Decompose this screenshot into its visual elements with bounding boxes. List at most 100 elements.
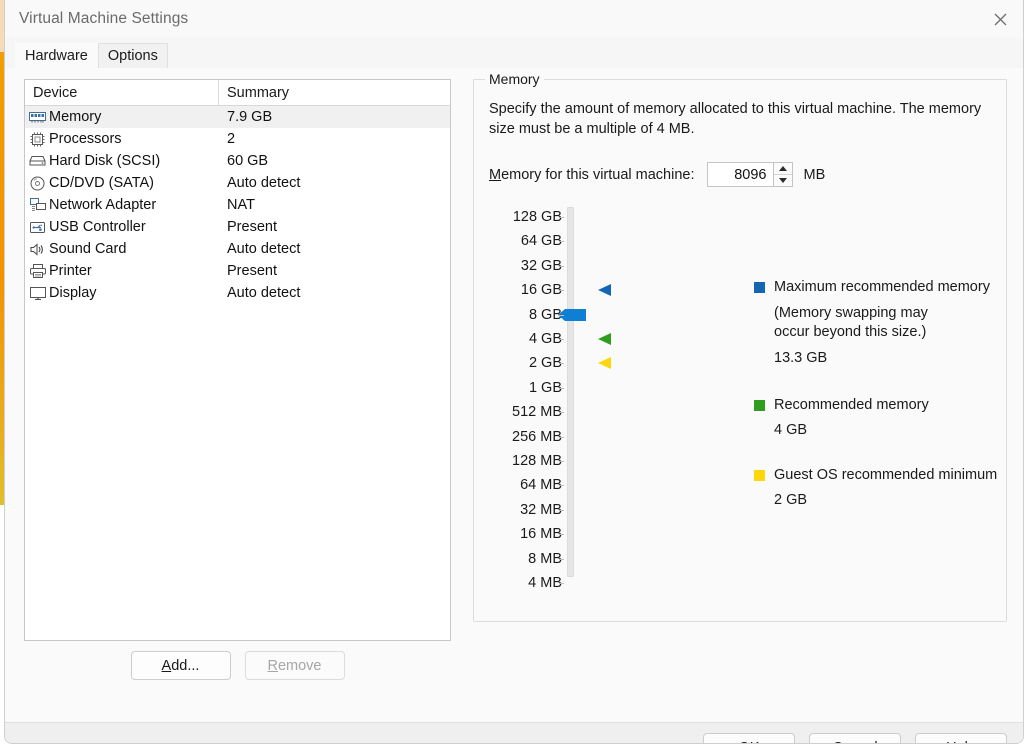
virtual-machine-settings-dialog: Virtual Machine Settings Hardware Option… — [4, 0, 1024, 744]
slider-scale-tick — [559, 339, 564, 340]
remove-button-accel: R — [267, 657, 278, 674]
slider-scale-tick — [559, 436, 564, 438]
remove-button-label: emove — [277, 657, 322, 674]
slider-scale-label: 4 MB — [528, 575, 562, 591]
legend-item-header: Guest OS recommended minimum — [754, 467, 1004, 484]
device-row-processors[interactable]: Processors 2 — [25, 128, 450, 150]
window-title: Virtual Machine Settings — [19, 10, 189, 27]
memory-slider-area: 128 GB 64 GB 32 GB 16 GB 8 GB 4 GB 2 GB 1 GB 512… — [474, 205, 1008, 605]
slider-scale-label: 16 MB — [520, 526, 562, 543]
slider-scale-tick — [559, 314, 564, 316]
memory-description: Specify the amount of memory allocated t… — [489, 101, 982, 137]
device-row-sound-card[interactable]: Sound Card Auto detect — [25, 238, 450, 260]
spinner-up-icon[interactable] — [773, 163, 792, 175]
memory-group-title: Memory — [485, 71, 544, 87]
help-button[interactable]: Help — [915, 733, 1007, 743]
device-row-summary: Auto detect — [227, 241, 301, 257]
device-row-device-cell: Sound Card — [25, 241, 219, 257]
slider-scale-tick — [559, 461, 564, 462]
legend-item-title: Maximum recommended memory — [774, 279, 990, 295]
column-header-summary[interactable]: Summary — [219, 80, 450, 105]
ok-button[interactable]: OK — [703, 733, 795, 743]
memory-icon — [28, 109, 47, 125]
device-row-hard-disk-scsi[interactable]: Hard Disk (SCSI) 60 GB — [25, 150, 450, 172]
device-row-label: Sound Card — [49, 241, 127, 257]
slider-scale-tick — [559, 558, 564, 560]
memory-value-input[interactable]: 8096 — [707, 163, 773, 186]
cd-dvd-icon — [28, 175, 47, 191]
legend-swatch-icon — [754, 400, 765, 411]
slider-scale-label: 8 MB — [528, 550, 562, 567]
memory-field-accel: M — [489, 166, 502, 183]
device-row-device-cell: Display — [25, 285, 219, 301]
device-row-summary: 2 — [227, 131, 236, 147]
sound-card-icon — [28, 241, 47, 257]
device-row-label: Hard Disk (SCSI) — [49, 153, 161, 169]
device-row-usb-controller[interactable]: USB Controller Present — [25, 216, 450, 238]
spinner-down-icon[interactable] — [773, 175, 792, 186]
processor-icon — [28, 131, 47, 147]
legend-swatch-icon — [754, 282, 765, 293]
slider-scale-tick — [559, 387, 564, 389]
device-row-device-cell: Printer — [25, 263, 219, 279]
device-row-label: Printer — [49, 263, 92, 279]
slider-scale-tick — [559, 217, 564, 218]
device-row-summary: Auto detect — [227, 175, 301, 191]
device-row-label: Network Adapter — [49, 197, 157, 213]
device-row-label: USB Controller — [49, 219, 146, 235]
device-list-header: Device Summary — [25, 80, 450, 106]
slider-scale-tick — [559, 363, 564, 365]
close-icon[interactable] — [977, 0, 1023, 38]
remove-button[interactable]: Remove — [244, 651, 345, 680]
hard-disk-icon — [28, 153, 47, 169]
legend-item-value: 13.3 GB — [774, 350, 828, 366]
device-row-device-cell: Processors — [25, 131, 219, 147]
add-button[interactable]: Add... — [130, 651, 231, 680]
slider-scale-tick — [559, 509, 564, 511]
slider-scale-label: 64 GB — [520, 233, 562, 250]
device-list[interactable]: Device Summary Memory 7.9 GB Processors 2 Ha… — [24, 79, 451, 641]
legend-item-recommended-memory: Recommended memory 4 GB — [754, 397, 1004, 438]
device-row-network-adapter[interactable]: Network Adapter NAT — [25, 194, 450, 216]
device-list-rows: Memory 7.9 GB Processors 2 Hard Disk (SCSI) 6… — [25, 106, 450, 304]
slider-scale-label: 16 GB — [520, 282, 562, 299]
column-header-device[interactable]: Device — [25, 80, 219, 105]
slider-scale-tick — [559, 485, 564, 487]
device-row-summary: 60 GB — [227, 153, 269, 169]
legend-item-value: 4 GB — [774, 422, 808, 438]
device-row-memory[interactable]: Memory 7.9 GB — [25, 106, 450, 128]
memory-unit-label: MB — [803, 166, 826, 183]
memory-quantity-stepper[interactable]: 8096 — [706, 162, 793, 187]
device-row-label: Processors — [49, 131, 122, 147]
usb-icon — [28, 219, 47, 235]
device-row-device-cell: Memory — [25, 109, 219, 125]
memory-field-label: Memory for this virtual machine: — [489, 167, 695, 183]
slider-scale-label: 4 GB — [528, 331, 562, 347]
device-row-cd-dvd-sata[interactable]: CD/DVD (SATA) Auto detect — [25, 172, 450, 194]
legend-item-note: (Memory swapping may occur beyond this si… — [774, 305, 928, 340]
slider-scale-label: 32 MB — [520, 501, 562, 518]
add-button-accel: A — [161, 657, 172, 674]
slider-scale-label: 512 MB — [512, 404, 562, 421]
device-row-device-cell: USB Controller — [25, 219, 219, 235]
slider-scale-label: 1 GB — [528, 379, 562, 396]
device-row-summary: NAT — [227, 197, 255, 213]
legend-item-header: Maximum recommended memory — [754, 279, 1004, 296]
slider-scale-label: 2 GB — [528, 355, 562, 372]
memory-field-label-rest: emory for this virtual machine: — [501, 166, 695, 183]
slider-scale-tick — [559, 265, 564, 267]
device-row-device-cell: Network Adapter — [25, 197, 219, 213]
legend-item-value: 2 GB — [774, 492, 808, 508]
device-row-label: CD/DVD (SATA) — [49, 175, 154, 191]
device-row-device-cell: Hard Disk (SCSI) — [25, 153, 219, 169]
device-list-buttons: Add... Remove — [24, 651, 451, 680]
device-row-printer[interactable]: Printer Present — [25, 260, 450, 282]
memory-slider-track[interactable] — [567, 207, 574, 577]
network-adapter-icon — [28, 197, 47, 213]
device-row-display[interactable]: Display Auto detect — [25, 282, 450, 304]
device-row-summary: Auto detect — [227, 285, 301, 301]
cancel-button[interactable]: Cancel — [809, 733, 901, 743]
display-icon — [28, 285, 47, 301]
tab-options[interactable]: Options — [97, 43, 168, 68]
tab-hardware[interactable]: Hardware — [15, 43, 98, 68]
